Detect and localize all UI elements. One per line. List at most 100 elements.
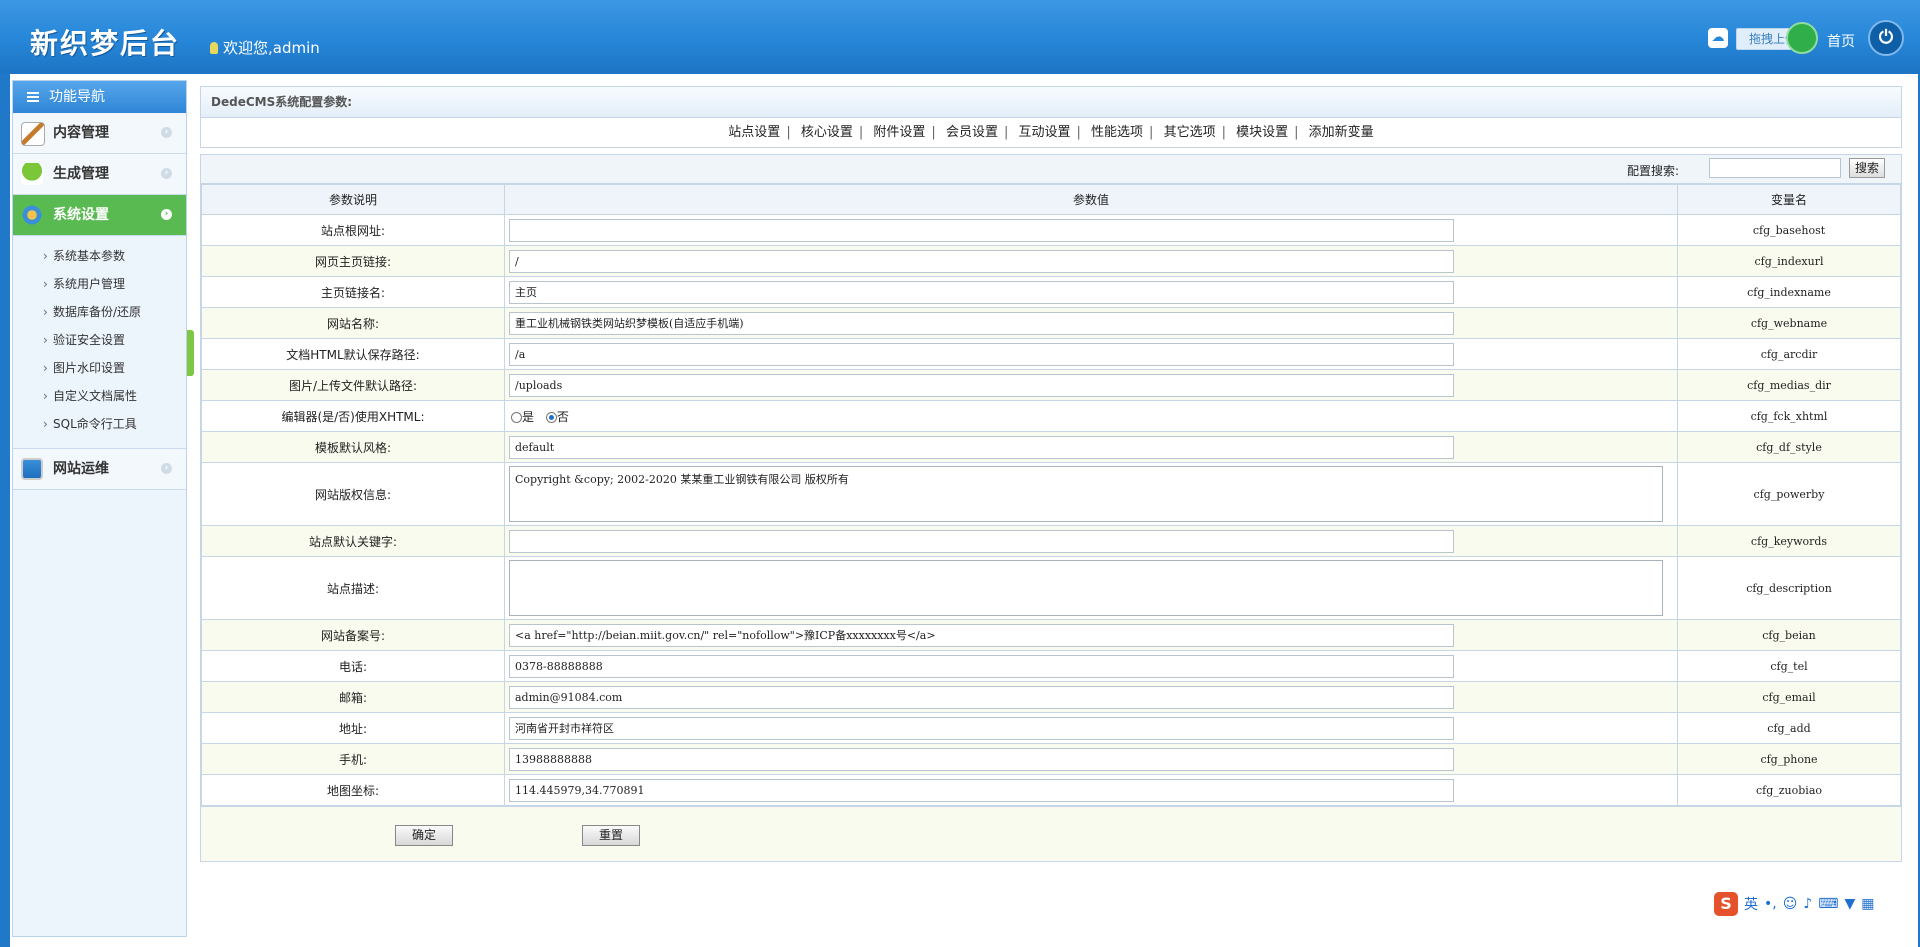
submenu-item[interactable]: 图片水印设置 — [13, 354, 186, 382]
param-input[interactable]: admin@91084.com — [509, 685, 1454, 709]
table-row: 网站备案号: <a href="http://beian.miit.gov.cn… — [201, 619, 1901, 651]
param-input[interactable] — [509, 529, 1454, 553]
param-label: 网站名称: — [201, 307, 505, 339]
table-row: 电话: 0378-88888888 cfg_tel — [201, 650, 1901, 682]
cloud-icon[interactable]: ☁ — [1708, 28, 1728, 48]
submenu: 系统基本参数 系统用户管理 数据库备份/还原 验证安全设置 图片水印设置 自定义… — [13, 236, 186, 448]
param-var: cfg_webname — [1677, 307, 1901, 339]
param-textarea[interactable] — [509, 560, 1663, 616]
table-row: 站点默认关键字: cfg_keywords — [201, 525, 1901, 557]
submenu-item[interactable]: 系统用户管理 — [13, 270, 186, 298]
column-header: 变量名 — [1677, 184, 1901, 215]
user-icon — [210, 42, 218, 54]
tab-attachment[interactable]: 附件设置 — [873, 125, 925, 140]
emoji-icon[interactable]: ☺ — [1783, 896, 1798, 912]
tab-member[interactable]: 会员设置 — [946, 125, 998, 140]
column-header: 参数说明 — [201, 184, 505, 215]
sogou-icon[interactable]: S — [1714, 892, 1738, 916]
param-label: 编辑器(是/否)使用XHTML: — [201, 400, 505, 432]
keyboard-icon[interactable]: ⌨ — [1818, 896, 1838, 912]
radio-yes-label: 是 — [522, 409, 535, 424]
ime-mode-label[interactable]: 英 — [1744, 894, 1758, 914]
submenu-item[interactable]: SQL命令行工具 — [13, 410, 186, 438]
config-table: 参数说明 参数值 变量名 站点根网址: cfg_basehost 网页主页链接:… — [201, 184, 1901, 806]
param-input[interactable]: 主页 — [509, 280, 1454, 304]
param-var: cfg_indexname — [1677, 276, 1901, 308]
nav-title-label: 功能导航 — [49, 89, 105, 105]
ime-toolbar[interactable]: S 英 •, ☺ ♪ ⌨ ▼ ▦ — [1714, 891, 1914, 917]
param-var: cfg_df_style — [1677, 431, 1901, 463]
param-var: cfg_indexurl — [1677, 245, 1901, 277]
skin-icon[interactable]: ▼ — [1844, 896, 1855, 912]
upload-status-icon[interactable] — [1786, 22, 1818, 54]
tab-performance[interactable]: 性能选项 — [1091, 125, 1143, 140]
param-input[interactable]: 13988888888 — [509, 747, 1454, 771]
config-tabs: 站点设置 | 核心设置 | 附件设置 | 会员设置 | 互动设置 | 性能选项 | 其它选项… — [200, 118, 1902, 148]
menu-content-management[interactable]: 内容管理 › — [13, 113, 186, 154]
chevron-right-icon: › — [161, 127, 172, 138]
chevron-right-icon: › — [161, 463, 172, 474]
column-header: 参数值 — [504, 184, 1678, 215]
tab-other[interactable]: 其它选项 — [1164, 125, 1216, 140]
param-label: 站点根网址: — [201, 214, 505, 246]
menu-generate-management[interactable]: 生成管理 › — [13, 154, 186, 195]
param-input[interactable]: / — [509, 249, 1454, 273]
param-input[interactable]: 0378-88888888 — [509, 654, 1454, 678]
tab-core[interactable]: 核心设置 — [801, 125, 853, 140]
home-link[interactable]: 首页 — [1827, 31, 1855, 51]
microphone-icon[interactable]: ♪ — [1803, 896, 1812, 912]
search-input[interactable] — [1709, 158, 1841, 178]
param-var: cfg_beian — [1677, 619, 1901, 651]
submenu-item[interactable]: 自定义文档属性 — [13, 382, 186, 410]
submenu-item[interactable]: 数据库备份/还原 — [13, 298, 186, 326]
confirm-button[interactable]: 确定 — [395, 825, 453, 846]
sidebar-collapse-toggle[interactable] — [187, 330, 194, 376]
submenu-item[interactable]: 系统基本参数 — [13, 242, 186, 270]
table-row: 地图坐标: 114.445979,34.770891 cfg_zuobiao — [201, 774, 1901, 806]
menu-label: 系统设置 — [53, 207, 109, 223]
param-var: cfg_medias_dir — [1677, 369, 1901, 401]
param-input[interactable]: <a href="http://beian.miit.gov.cn/" rel=… — [509, 623, 1454, 647]
config-table-panel: 配置搜索: 搜索 参数说明 参数值 变量名 站点根网址: cfg_basehos… — [200, 154, 1902, 862]
param-input[interactable]: /uploads — [509, 373, 1454, 397]
tab-site[interactable]: 站点设置 — [728, 125, 780, 140]
table-row: 编辑器(是/否)使用XHTML: 是 否 cfg_fck_xhtml — [201, 400, 1901, 432]
param-input[interactable] — [509, 218, 1454, 242]
param-input[interactable]: 重工业机械钢铁类网站织梦模板(自适应手机端) — [509, 311, 1454, 335]
tab-add-variable[interactable]: 添加新变量 — [1309, 125, 1374, 140]
param-input[interactable]: 河南省开封市祥符区 — [509, 716, 1454, 740]
table-row: 站点描述: cfg_description — [201, 556, 1901, 620]
menu-site-operations[interactable]: 网站运维 › — [13, 448, 186, 490]
menu-system-settings[interactable]: 系统设置 › — [13, 195, 186, 236]
punctuation-icon[interactable]: •, — [1764, 896, 1777, 912]
tab-interaction[interactable]: 互动设置 — [1018, 125, 1070, 140]
search-button[interactable]: 搜索 — [1849, 158, 1885, 178]
table-row: 网站名称: 重工业机械钢铁类网站织梦模板(自适应手机端) cfg_webname — [201, 307, 1901, 339]
param-label: 站点默认关键字: — [201, 525, 505, 557]
param-input[interactable]: /a — [509, 342, 1454, 366]
grid-icon[interactable]: ▦ — [1861, 896, 1874, 912]
param-var: cfg_add — [1677, 712, 1901, 744]
edit-icon — [21, 122, 45, 146]
param-var: cfg_fck_xhtml — [1677, 400, 1901, 432]
menu-label: 内容管理 — [53, 125, 109, 141]
param-label: 网页主页链接: — [201, 245, 505, 277]
submenu-item[interactable]: 验证安全设置 — [13, 326, 186, 354]
param-label: 电话: — [201, 650, 505, 682]
radio-yes[interactable] — [511, 411, 522, 423]
logo: 新织梦后台 — [30, 27, 181, 60]
param-label: 文档HTML默认保存路径: — [201, 338, 505, 370]
table-row: 站点根网址: cfg_basehost — [201, 214, 1901, 246]
tab-module[interactable]: 模块设置 — [1236, 125, 1288, 140]
radio-no[interactable] — [545, 411, 557, 423]
param-var: cfg_email — [1677, 681, 1901, 713]
param-var: cfg_keywords — [1677, 525, 1901, 557]
welcome-text: 欢迎您,admin — [210, 37, 320, 58]
param-input[interactable]: 114.445979,34.770891 — [509, 778, 1454, 802]
param-textarea[interactable]: Copyright &copy; 2002-2020 某某重工业钢铁有限公司 版… — [509, 466, 1663, 522]
power-icon[interactable]: ⏻ — [1868, 20, 1904, 56]
chevron-right-icon: › — [161, 209, 172, 220]
param-input[interactable]: default — [509, 435, 1454, 459]
table-row: 邮箱: admin@91084.com cfg_email — [201, 681, 1901, 713]
reset-button[interactable]: 重置 — [582, 825, 640, 846]
